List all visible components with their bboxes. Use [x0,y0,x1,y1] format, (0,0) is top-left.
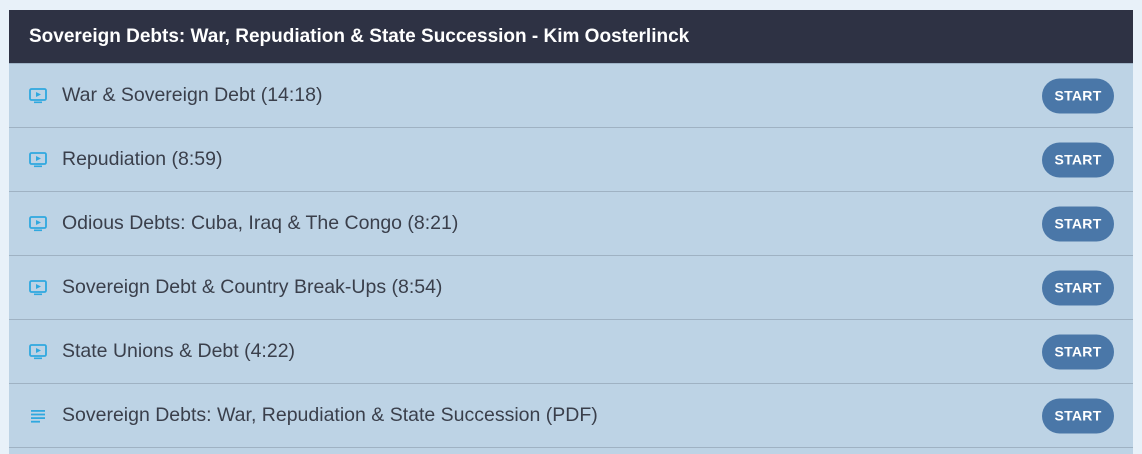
start-button[interactable]: START [1042,78,1114,113]
start-button[interactable]: START [1042,398,1114,433]
lecture-title: Repudiation (8:59) [62,148,223,170]
lecture-item[interactable]: Odious Debts: Cuba, Iraq & The Congo (8:… [9,192,1133,256]
lecture-item[interactable]: Sovereign Debt & Country Break-Ups (8:54… [9,256,1133,320]
start-button[interactable]: START [1042,334,1114,369]
lecture-title: War & Sovereign Debt (14:18) [62,84,323,106]
lecture-item[interactable]: War & Sovereign Debt (14:18) START [9,64,1133,128]
lecture-title: Odious Debts: Cuba, Iraq & The Congo (8:… [62,212,459,234]
document-icon [29,407,47,425]
start-button[interactable]: START [1042,270,1114,305]
lecture-list: War & Sovereign Debt (14:18) START Repud… [9,64,1133,448]
start-button[interactable]: START [1042,142,1114,177]
lecture-title: State Unions & Debt (4:22) [62,340,296,362]
video-icon [29,215,47,233]
section-title: Sovereign Debts: War, Repudiation & Stat… [9,10,1133,64]
video-icon [29,343,47,361]
start-button[interactable]: START [1042,206,1114,241]
lecture-item[interactable]: State Unions & Debt (4:22) START [9,320,1133,384]
video-icon [29,151,47,169]
video-icon [29,279,47,297]
lecture-item[interactable]: Repudiation (8:59) START [9,128,1133,192]
lecture-title: Sovereign Debts: War, Repudiation & Stat… [62,404,598,426]
video-icon [29,87,47,105]
lecture-title: Sovereign Debt & Country Break-Ups (8:54… [62,276,443,298]
course-section: Sovereign Debts: War, Repudiation & Stat… [9,10,1133,454]
lecture-item[interactable]: Sovereign Debts: War, Repudiation & Stat… [9,384,1133,448]
